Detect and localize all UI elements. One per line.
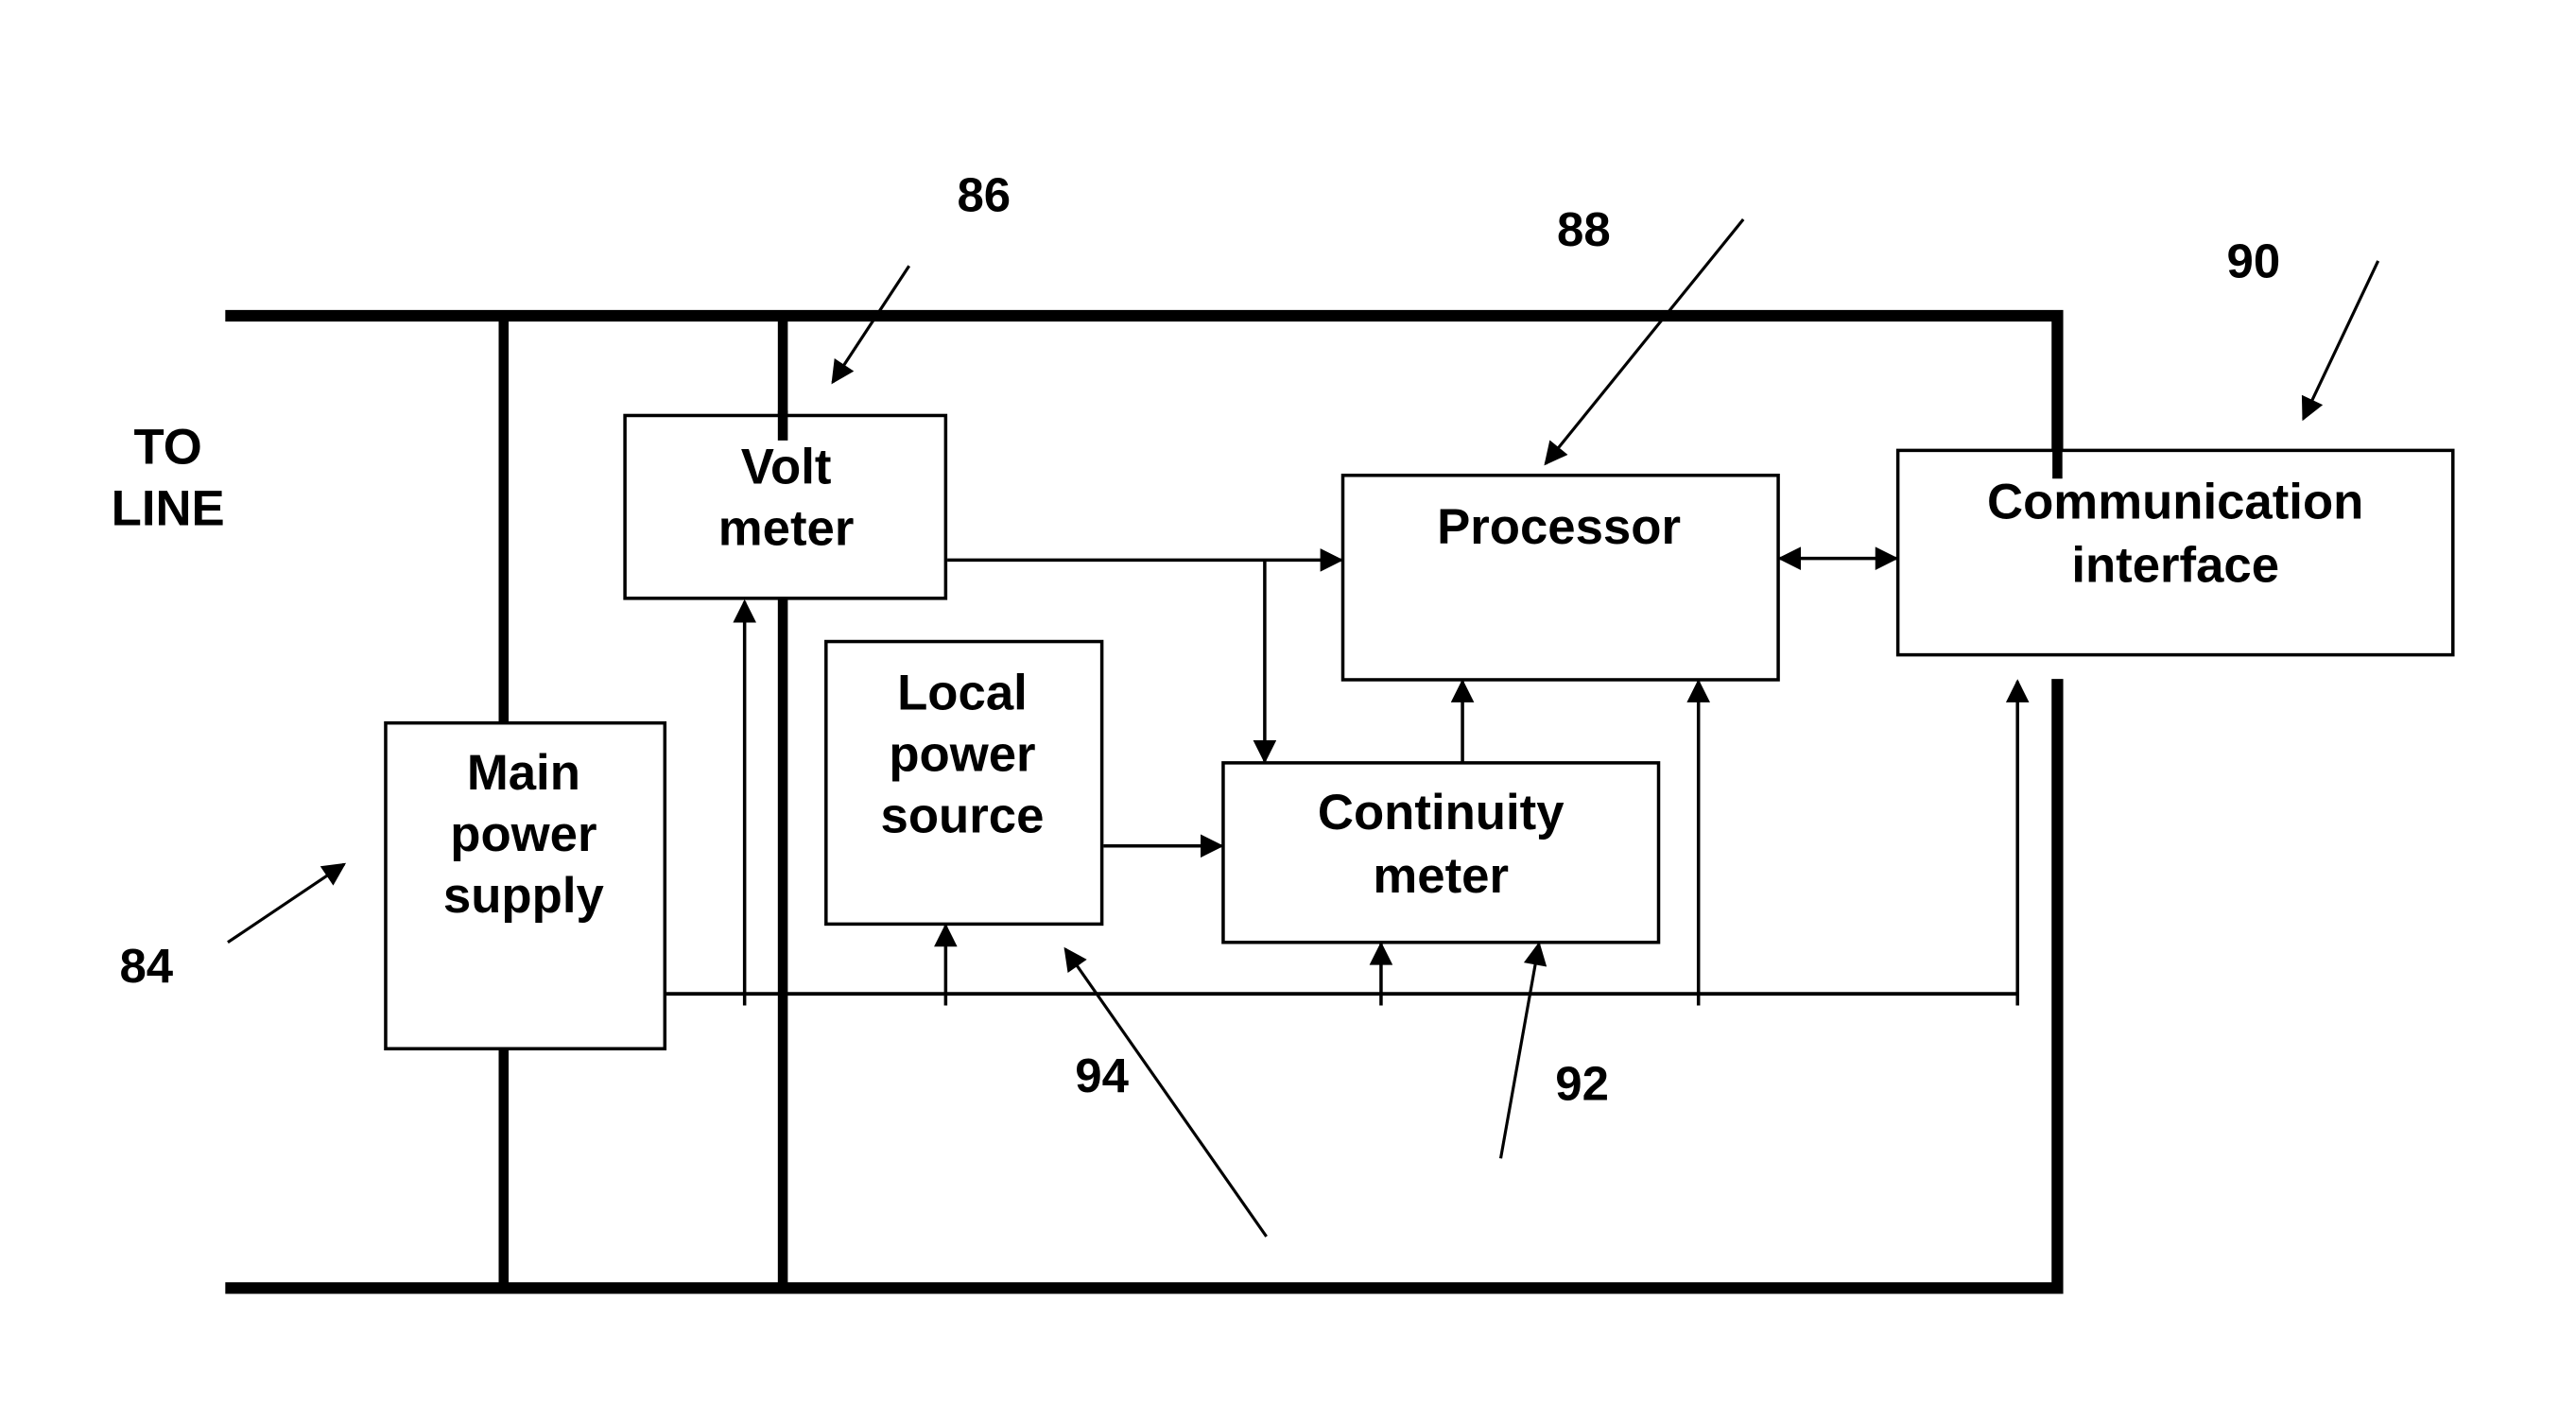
main-power-supply-line-1: Main	[467, 745, 580, 801]
local-power-source-line-2: power	[889, 727, 1035, 783]
main-power-supply-block: Main power supply	[384, 720, 667, 1050]
ref-number-94: 94	[1075, 1048, 1129, 1102]
reference-84: 84	[119, 862, 347, 993]
reference-86: 86	[831, 167, 1011, 385]
main-power-supply-line-2: power	[450, 806, 596, 862]
ref-number-88: 88	[1557, 202, 1611, 256]
leader-arrow-86	[831, 265, 911, 385]
reference-90: 90	[2226, 234, 2380, 422]
communication-interface-block: Communication interface	[1895, 445, 2455, 657]
ref-number-92: 92	[1555, 1057, 1609, 1111]
leader-arrow-90	[2301, 260, 2380, 422]
continuity-meter-line-2: meter	[1373, 848, 1509, 904]
leader-arrow-92	[1498, 942, 1547, 1159]
volt-meter-line-2: meter	[718, 501, 855, 557]
ref-number-90: 90	[2226, 234, 2280, 288]
ref-number-86: 86	[957, 167, 1011, 221]
local-power-source-block: Local power source	[824, 639, 1104, 927]
reference-92: 92	[1498, 942, 1609, 1159]
continuity-meter-block: Continuity meter	[1221, 761, 1661, 944]
main-power-supply-line-3: supply	[443, 868, 605, 924]
communication-interface-line-1: Communication	[1987, 474, 2363, 529]
local-power-source-line-1: Local	[897, 666, 1028, 721]
continuity-meter-line-1: Continuity	[1318, 785, 1565, 840]
to-line-label-2: LINE	[112, 480, 225, 536]
local-power-source-line-3: source	[881, 788, 1045, 844]
reference-88: 88	[1544, 202, 1745, 466]
communication-interface-line-2: interface	[2071, 537, 2279, 593]
volt-meter-block: Volt meter	[623, 410, 948, 600]
leader-arrow-84	[227, 862, 347, 944]
ref-number-84: 84	[119, 939, 173, 993]
processor-block: Processor	[1340, 474, 1780, 682]
block-diagram: TO LINE Main power supply Volt meter Loc…	[112, 167, 2455, 1294]
to-line-label-1: TO	[134, 419, 202, 475]
volt-meter-line-1: Volt	[741, 440, 832, 495]
processor-label: Processor	[1437, 499, 1681, 555]
